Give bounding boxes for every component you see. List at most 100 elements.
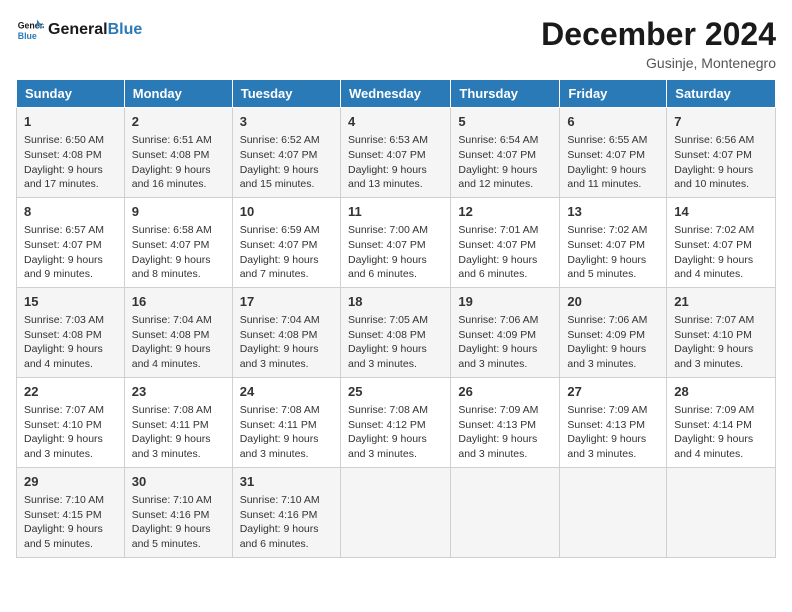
header-day-tuesday: Tuesday — [232, 80, 340, 108]
day-cell: 8 Sunrise: 6:57 AM Sunset: 4:07 PM Dayli… — [17, 197, 125, 287]
day-cell: 2 Sunrise: 6:51 AM Sunset: 4:08 PM Dayli… — [124, 108, 232, 198]
day-info: Sunrise: 6:52 AM Sunset: 4:07 PM Dayligh… — [240, 133, 333, 192]
day-info: Sunrise: 7:10 AM Sunset: 4:16 PM Dayligh… — [240, 493, 333, 552]
day-info: Sunrise: 7:07 AM Sunset: 4:10 PM Dayligh… — [674, 313, 768, 372]
day-info: Sunrise: 6:50 AM Sunset: 4:08 PM Dayligh… — [24, 133, 117, 192]
day-number: 31 — [240, 473, 333, 491]
day-number: 12 — [458, 203, 552, 221]
day-info: Sunrise: 7:08 AM Sunset: 4:11 PM Dayligh… — [240, 403, 333, 462]
day-info: Sunrise: 7:00 AM Sunset: 4:07 PM Dayligh… — [348, 223, 443, 282]
day-cell: 20 Sunrise: 7:06 AM Sunset: 4:09 PM Dayl… — [560, 287, 667, 377]
day-number: 13 — [567, 203, 659, 221]
day-cell: 11 Sunrise: 7:00 AM Sunset: 4:07 PM Dayl… — [340, 197, 450, 287]
day-info: Sunrise: 7:09 AM Sunset: 4:14 PM Dayligh… — [674, 403, 768, 462]
day-number: 23 — [132, 383, 225, 401]
day-cell: 23 Sunrise: 7:08 AM Sunset: 4:11 PM Dayl… — [124, 377, 232, 467]
day-cell: 16 Sunrise: 7:04 AM Sunset: 4:08 PM Dayl… — [124, 287, 232, 377]
day-cell — [667, 467, 776, 557]
day-number: 6 — [567, 113, 659, 131]
logo-general: General — [48, 21, 108, 38]
logo-blue: Blue — [108, 21, 143, 38]
day-cell: 26 Sunrise: 7:09 AM Sunset: 4:13 PM Dayl… — [451, 377, 560, 467]
page-container: General Blue GeneralBlue December 2024 G… — [16, 16, 776, 558]
day-info: Sunrise: 6:54 AM Sunset: 4:07 PM Dayligh… — [458, 133, 552, 192]
day-info: Sunrise: 7:01 AM Sunset: 4:07 PM Dayligh… — [458, 223, 552, 282]
week-row-1: 1 Sunrise: 6:50 AM Sunset: 4:08 PM Dayli… — [17, 108, 776, 198]
day-number: 7 — [674, 113, 768, 131]
header-day-sunday: Sunday — [17, 80, 125, 108]
day-number: 25 — [348, 383, 443, 401]
day-cell: 29 Sunrise: 7:10 AM Sunset: 4:15 PM Dayl… — [17, 467, 125, 557]
day-number: 10 — [240, 203, 333, 221]
day-number: 17 — [240, 293, 333, 311]
day-cell: 22 Sunrise: 7:07 AM Sunset: 4:10 PM Dayl… — [17, 377, 125, 467]
week-row-3: 15 Sunrise: 7:03 AM Sunset: 4:08 PM Dayl… — [17, 287, 776, 377]
location-title: Gusinje, Montenegro — [541, 55, 776, 71]
svg-text:Blue: Blue — [18, 31, 37, 41]
day-cell: 6 Sunrise: 6:55 AM Sunset: 4:07 PM Dayli… — [560, 108, 667, 198]
day-cell: 17 Sunrise: 7:04 AM Sunset: 4:08 PM Dayl… — [232, 287, 340, 377]
day-number: 20 — [567, 293, 659, 311]
day-number: 21 — [674, 293, 768, 311]
day-info: Sunrise: 6:55 AM Sunset: 4:07 PM Dayligh… — [567, 133, 659, 192]
day-info: Sunrise: 6:57 AM Sunset: 4:07 PM Dayligh… — [24, 223, 117, 282]
day-number: 28 — [674, 383, 768, 401]
day-cell: 21 Sunrise: 7:07 AM Sunset: 4:10 PM Dayl… — [667, 287, 776, 377]
day-number: 24 — [240, 383, 333, 401]
day-info: Sunrise: 7:08 AM Sunset: 4:12 PM Dayligh… — [348, 403, 443, 462]
day-cell — [560, 467, 667, 557]
calendar-table: SundayMondayTuesdayWednesdayThursdayFrid… — [16, 79, 776, 558]
day-number: 29 — [24, 473, 117, 491]
day-info: Sunrise: 7:03 AM Sunset: 4:08 PM Dayligh… — [24, 313, 117, 372]
day-number: 16 — [132, 293, 225, 311]
header-day-wednesday: Wednesday — [340, 80, 450, 108]
day-info: Sunrise: 7:10 AM Sunset: 4:15 PM Dayligh… — [24, 493, 117, 552]
day-info: Sunrise: 6:51 AM Sunset: 4:08 PM Dayligh… — [132, 133, 225, 192]
day-info: Sunrise: 6:58 AM Sunset: 4:07 PM Dayligh… — [132, 223, 225, 282]
day-cell: 18 Sunrise: 7:05 AM Sunset: 4:08 PM Dayl… — [340, 287, 450, 377]
day-cell: 4 Sunrise: 6:53 AM Sunset: 4:07 PM Dayli… — [340, 108, 450, 198]
header-day-saturday: Saturday — [667, 80, 776, 108]
day-number: 9 — [132, 203, 225, 221]
day-cell: 1 Sunrise: 6:50 AM Sunset: 4:08 PM Dayli… — [17, 108, 125, 198]
week-row-4: 22 Sunrise: 7:07 AM Sunset: 4:10 PM Dayl… — [17, 377, 776, 467]
day-cell: 14 Sunrise: 7:02 AM Sunset: 4:07 PM Dayl… — [667, 197, 776, 287]
day-info: Sunrise: 7:10 AM Sunset: 4:16 PM Dayligh… — [132, 493, 225, 552]
day-info: Sunrise: 6:59 AM Sunset: 4:07 PM Dayligh… — [240, 223, 333, 282]
day-number: 3 — [240, 113, 333, 131]
day-cell — [451, 467, 560, 557]
day-number: 27 — [567, 383, 659, 401]
day-number: 2 — [132, 113, 225, 131]
day-cell: 19 Sunrise: 7:06 AM Sunset: 4:09 PM Dayl… — [451, 287, 560, 377]
day-cell: 28 Sunrise: 7:09 AM Sunset: 4:14 PM Dayl… — [667, 377, 776, 467]
day-number: 22 — [24, 383, 117, 401]
day-cell: 9 Sunrise: 6:58 AM Sunset: 4:07 PM Dayli… — [124, 197, 232, 287]
day-info: Sunrise: 7:09 AM Sunset: 4:13 PM Dayligh… — [567, 403, 659, 462]
day-cell: 30 Sunrise: 7:10 AM Sunset: 4:16 PM Dayl… — [124, 467, 232, 557]
day-number: 11 — [348, 203, 443, 221]
day-info: Sunrise: 7:04 AM Sunset: 4:08 PM Dayligh… — [240, 313, 333, 372]
day-number: 14 — [674, 203, 768, 221]
day-number: 19 — [458, 293, 552, 311]
month-title: December 2024 — [541, 16, 776, 53]
day-cell: 15 Sunrise: 7:03 AM Sunset: 4:08 PM Dayl… — [17, 287, 125, 377]
day-number: 4 — [348, 113, 443, 131]
title-area: December 2024 Gusinje, Montenegro — [541, 16, 776, 71]
day-info: Sunrise: 7:02 AM Sunset: 4:07 PM Dayligh… — [567, 223, 659, 282]
day-number: 5 — [458, 113, 552, 131]
day-cell: 24 Sunrise: 7:08 AM Sunset: 4:11 PM Dayl… — [232, 377, 340, 467]
day-cell: 13 Sunrise: 7:02 AM Sunset: 4:07 PM Dayl… — [560, 197, 667, 287]
week-row-5: 29 Sunrise: 7:10 AM Sunset: 4:15 PM Dayl… — [17, 467, 776, 557]
day-info: Sunrise: 6:56 AM Sunset: 4:07 PM Dayligh… — [674, 133, 768, 192]
day-cell: 31 Sunrise: 7:10 AM Sunset: 4:16 PM Dayl… — [232, 467, 340, 557]
header: General Blue GeneralBlue December 2024 G… — [16, 16, 776, 71]
day-info: Sunrise: 7:05 AM Sunset: 4:08 PM Dayligh… — [348, 313, 443, 372]
day-number: 15 — [24, 293, 117, 311]
header-day-friday: Friday — [560, 80, 667, 108]
day-info: Sunrise: 7:09 AM Sunset: 4:13 PM Dayligh… — [458, 403, 552, 462]
header-day-monday: Monday — [124, 80, 232, 108]
header-day-thursday: Thursday — [451, 80, 560, 108]
day-number: 1 — [24, 113, 117, 131]
day-info: Sunrise: 7:02 AM Sunset: 4:07 PM Dayligh… — [674, 223, 768, 282]
logo: General Blue GeneralBlue — [16, 16, 142, 44]
